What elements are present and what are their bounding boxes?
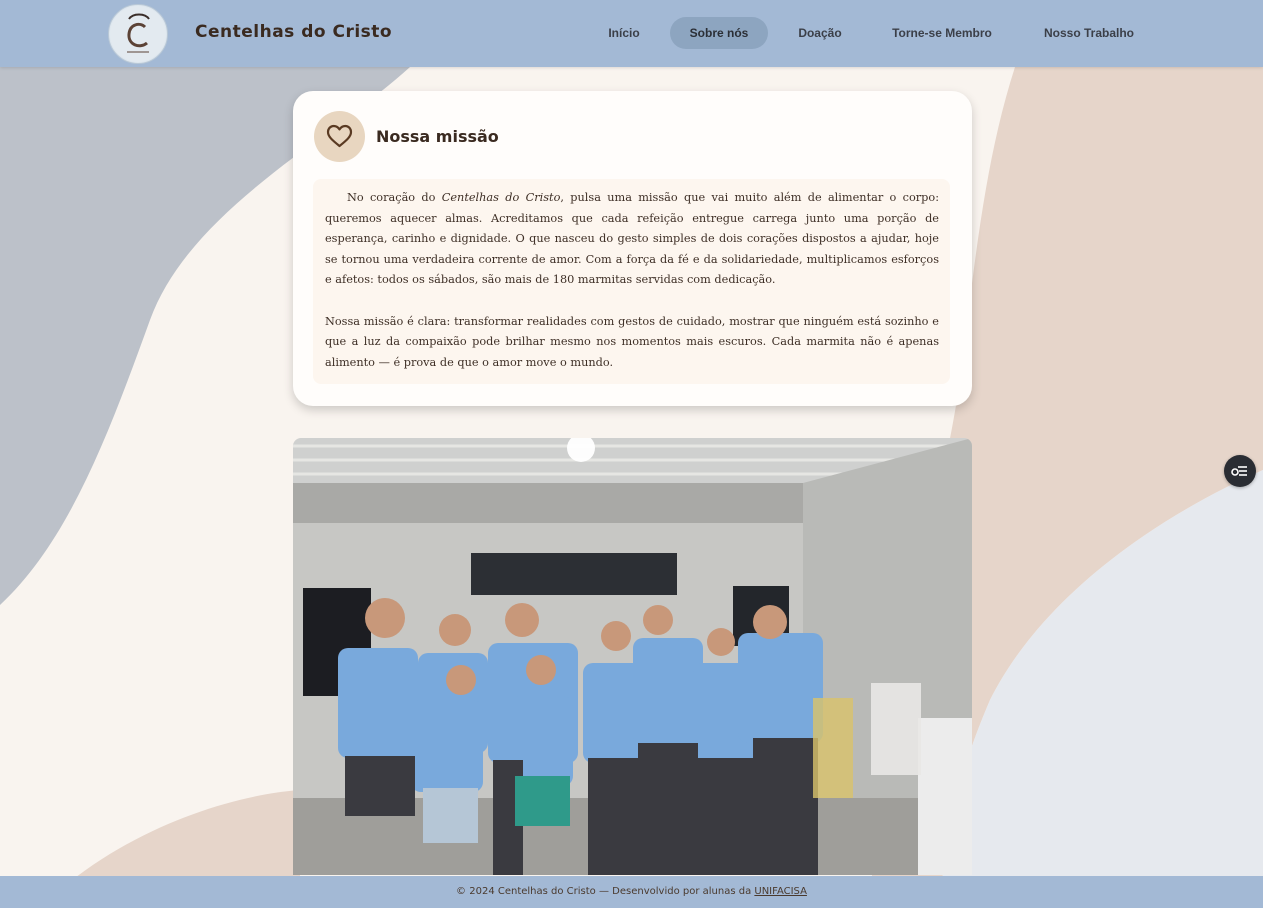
team-photo (293, 438, 972, 875)
footer-text: © 2024 Centelhas do Cristo — Desenvolvid… (456, 886, 755, 897)
nav-inicio[interactable]: Início (596, 17, 652, 49)
site-title[interactable]: Centelhas do Cristo (195, 22, 392, 42)
mission-paragraph-2: Nossa missão é clara: transformar realid… (325, 314, 939, 369)
mission-card: Nossa missão No coração do Centelhas do … (293, 91, 972, 406)
mission-paragraph-1: No coração do Centelhas do Cristo, pulsa… (325, 188, 939, 291)
list-menu-icon (1231, 466, 1247, 476)
nav-doacao[interactable]: Doação (788, 17, 852, 49)
nav-sobre-nos[interactable]: Sobre nós (670, 17, 768, 49)
site-footer: © 2024 Centelhas do Cristo — Desenvolvid… (0, 876, 1263, 908)
mission-p1-org-name: Centelhas do Cristo (441, 191, 561, 204)
nav-nosso-trabalho[interactable]: Nosso Trabalho (1032, 17, 1146, 49)
logo-icon[interactable] (108, 4, 168, 64)
accessibility-menu-button[interactable] (1224, 455, 1256, 487)
footer-unifacisa-link[interactable]: UNIFACISA (754, 886, 807, 897)
mission-title: Nossa missão (376, 127, 499, 146)
mission-text: No coração do Centelhas do Cristo, pulsa… (325, 188, 939, 373)
mission-p1-rest: , pulsa uma missão que vai muito além de… (325, 191, 940, 287)
mission-p1-start: No coração do (347, 191, 442, 204)
mission-text-box: No coração do Centelhas do Cristo, pulsa… (313, 179, 950, 384)
heart-icon (314, 111, 365, 162)
nav-torne-se-membro[interactable]: Torne-se Membro (878, 17, 1006, 49)
site-header: Centelhas do Cristo Início Sobre nós Doa… (0, 0, 1263, 67)
